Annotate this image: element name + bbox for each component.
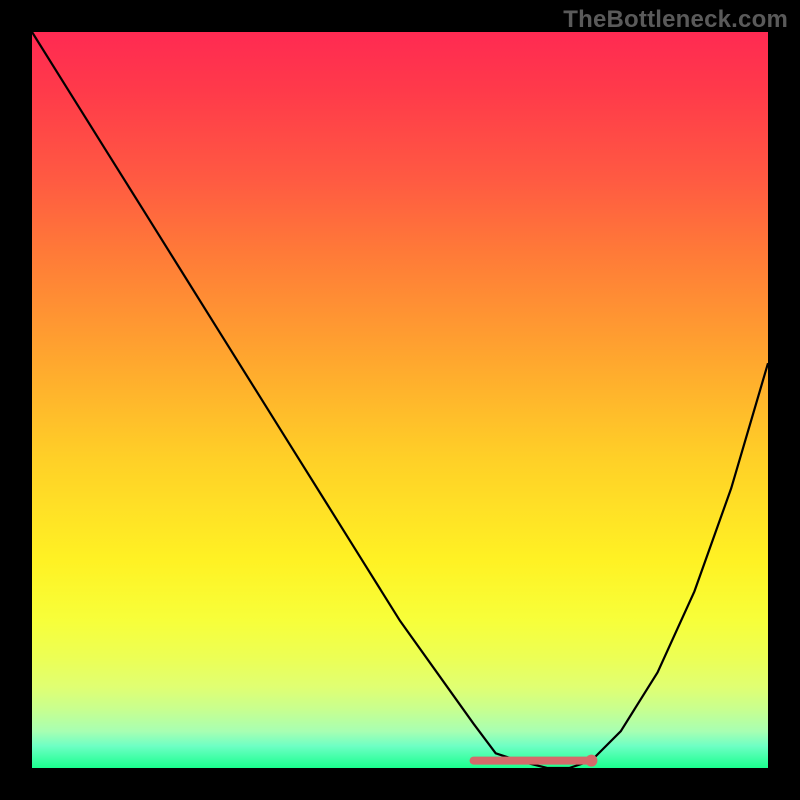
plot-area [32,32,768,768]
chart-frame: TheBottleneck.com [0,0,800,800]
curve-svg [32,32,768,768]
marker-end-dot [585,755,597,767]
watermark-text: TheBottleneck.com [563,6,788,34]
bottleneck-curve-line [32,32,768,768]
